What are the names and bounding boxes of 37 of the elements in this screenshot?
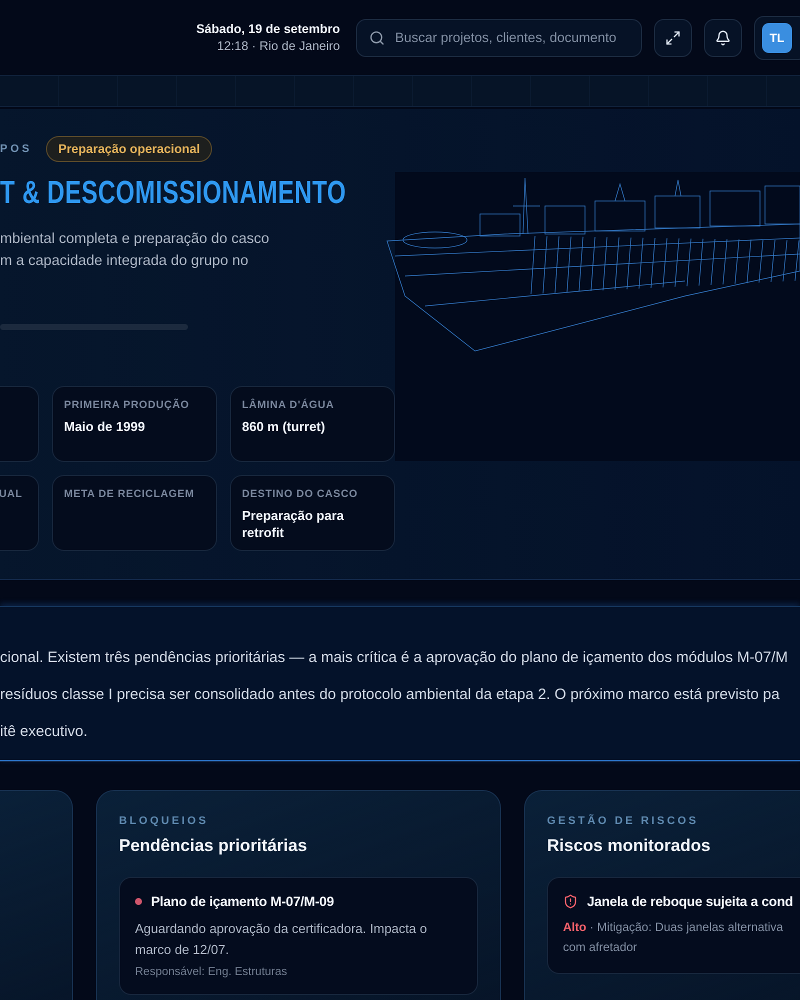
project-title: T & DESCOMISSIONAMENTO — [0, 174, 346, 211]
stat-label: DESTINO DO CASCO — [242, 488, 359, 500]
description-line: m a capacidade integrada do grupo no — [0, 252, 250, 271]
card-eyebrow: BLOQUEIOS — [119, 815, 210, 827]
risk-mitigation-line: com afretador — [563, 939, 638, 956]
stat-value: 860 m (turret) — [242, 418, 326, 435]
search-icon — [369, 30, 385, 46]
user-avatar[interactable]: TL — [762, 22, 792, 52]
summary-text-line: resíduos classe I precisa ser consolidado antes do protocolo ambiental da etapa 2. O próximo marco está previsto pa — [0, 685, 781, 705]
stat-value: Maio de 1999 — [64, 418, 146, 435]
profile-menu[interactable]: TL — [754, 16, 800, 60]
stat-label: META DE RECICLAGEM — [64, 488, 196, 500]
summary-text-line: cional. Existem três pendências prioritárias — a mais crítica é a aprovação do plano de içamento dos módulos M-07/M — [0, 648, 789, 668]
stat-label: UAL — [0, 488, 24, 500]
card-title: Riscos monitorados — [547, 836, 712, 856]
notifications-button[interactable] — [704, 18, 742, 56]
bell-icon — [715, 30, 731, 46]
blocker-title: Plano de içamento M-07/M-09 — [151, 894, 334, 909]
time-location-text: 12:18 · Rio de Janeiro — [217, 39, 340, 53]
card-eyebrow: GESTÃO DE RISCOS — [547, 815, 700, 827]
stat-label: LÂMINA D'ÁGUA — [242, 399, 336, 411]
eyebrow-text: POS — [0, 143, 32, 155]
fullscreen-button[interactable] — [654, 18, 692, 56]
date-text: Sábado, 19 de setembro — [196, 22, 340, 36]
expand-arrows-icon — [665, 30, 681, 46]
search-field[interactable]: Buscar projetos, clientes, documento — [356, 18, 642, 56]
stat-value: Preparação para retrofit — [242, 507, 345, 541]
blocker-description: Aguardando aprovação da certificadora. Impacta o marco de 12/07. — [135, 920, 428, 959]
description-line: mbiental completa e preparação do casco — [0, 230, 270, 249]
risk-title: Janela de reboque sujeita a cond — [587, 894, 793, 909]
card-title: Pendências prioritárias — [119, 836, 308, 856]
shield-alert-icon — [563, 894, 578, 909]
stat-label: PRIMEIRA PRODUÇÃO — [64, 399, 190, 411]
risk-mitigation: Alto · Mitigação: Duas janelas alternativa — [563, 919, 784, 936]
summary-text-line: itê executivo. — [0, 722, 89, 742]
blocker-owner: Responsável: Eng. Estruturas — [135, 966, 288, 978]
status-badge: Preparação operacional — [46, 136, 212, 162]
